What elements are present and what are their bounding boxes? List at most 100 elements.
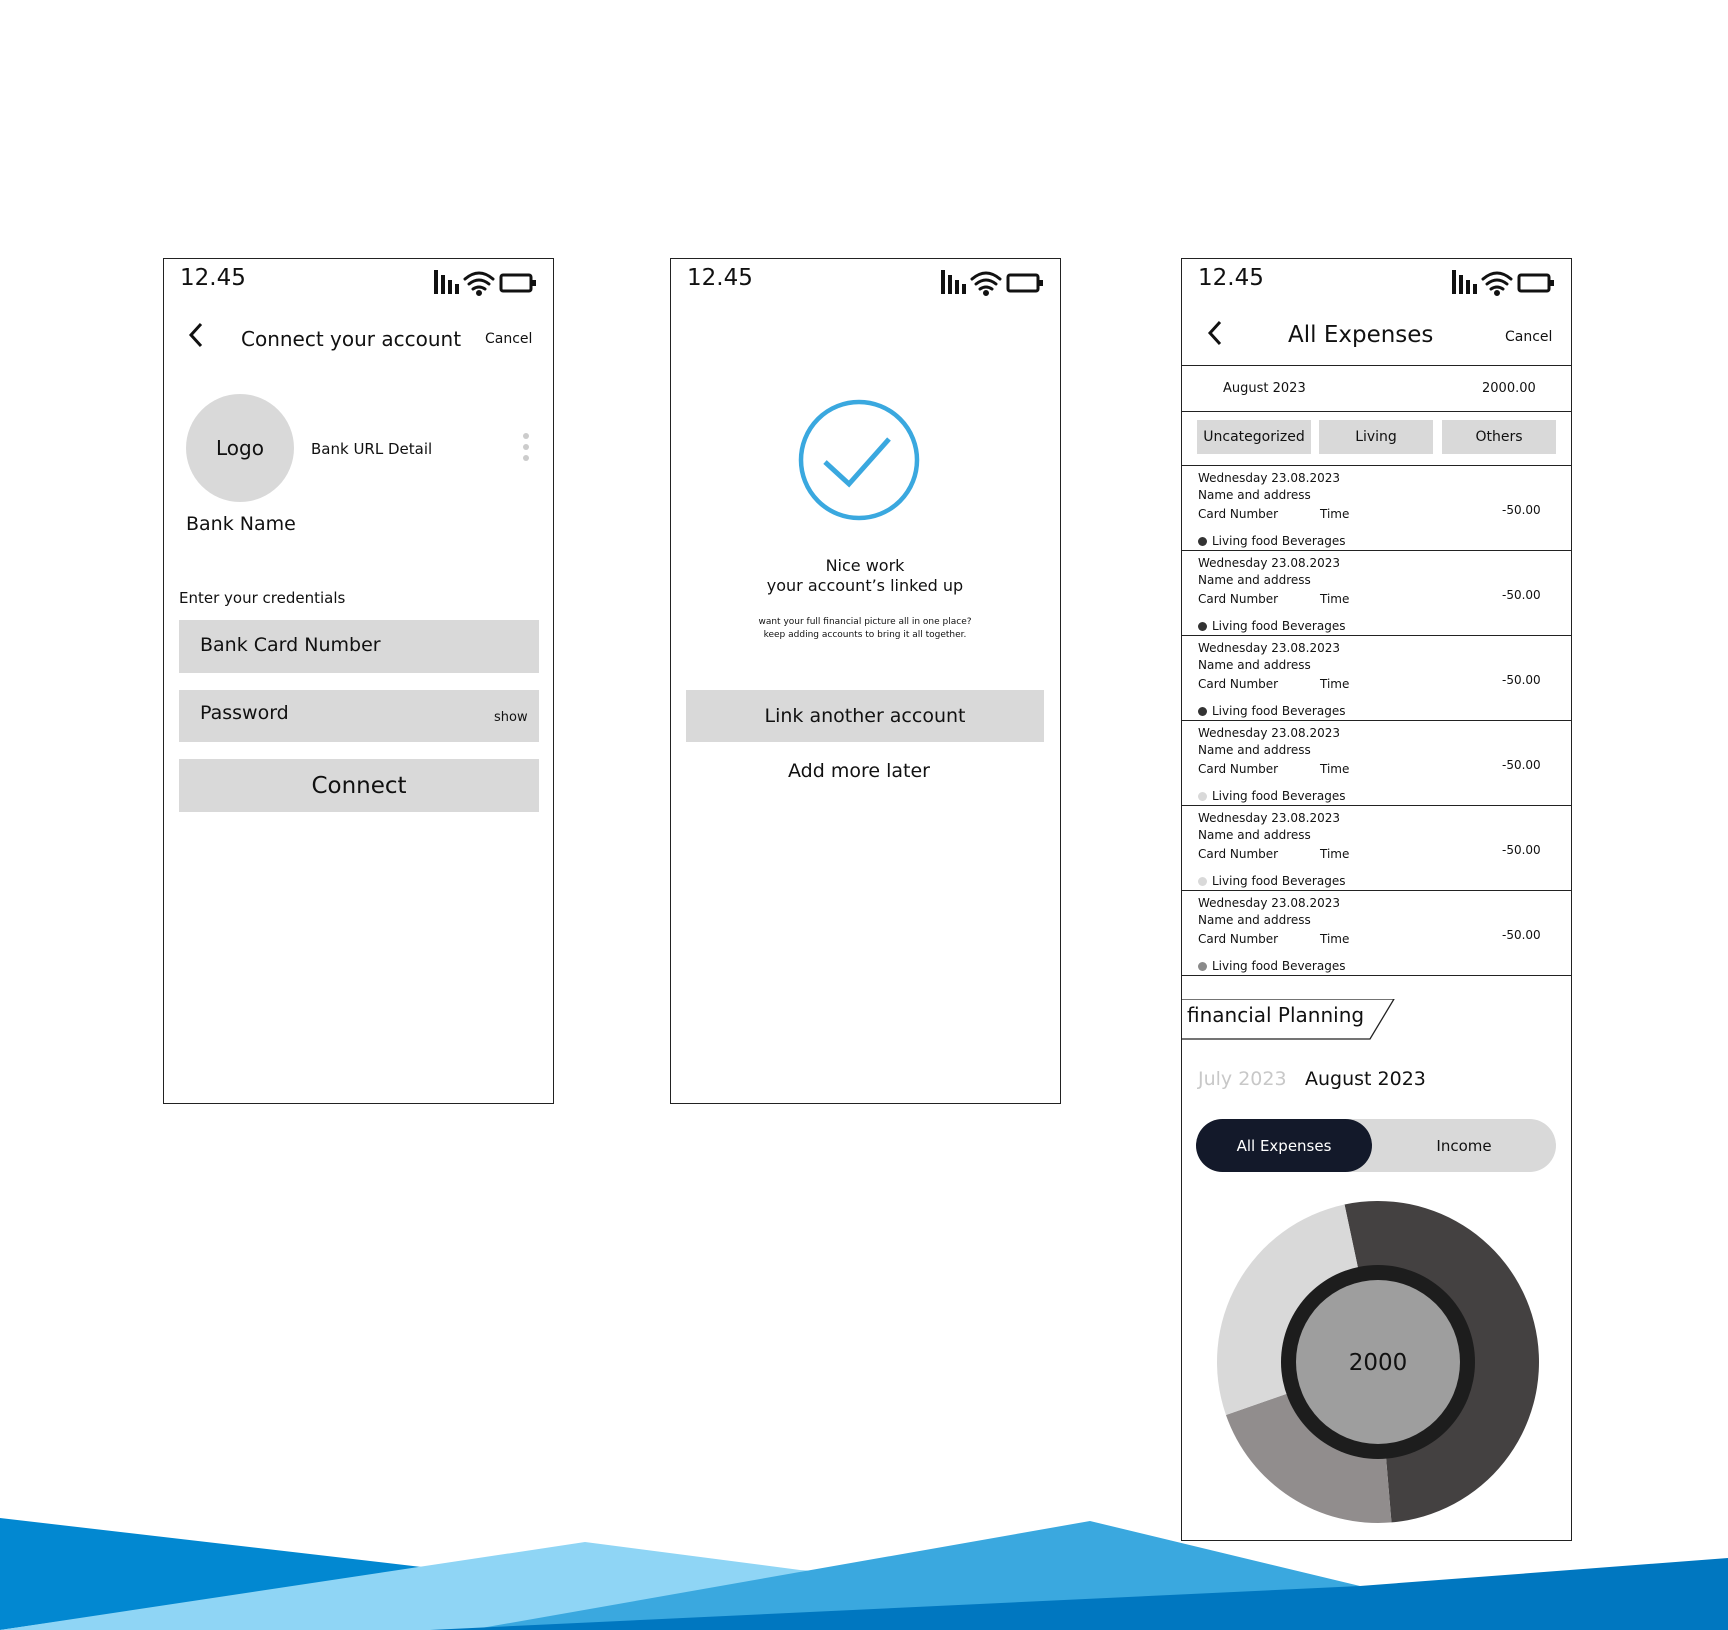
status-icons [941,270,1043,296]
cancel-button[interactable]: Cancel [485,331,532,347]
bank-url-detail: Bank URL Detail [311,440,433,458]
success-headline-1: Nice work [825,556,905,575]
transaction-time: Time [1320,677,1350,691]
success-headline-2: your account’s linked up [766,576,964,595]
cancel-button[interactable]: Cancel [1505,329,1552,345]
chip-others[interactable]: Others [1442,420,1556,454]
transaction-card: Card Number [1198,847,1279,861]
transaction-amount: -50.00 [1502,843,1541,857]
chip-uncategorized[interactable]: Uncategorized [1197,420,1311,454]
link-another-account-button[interactable]: Link another account [686,690,1044,742]
transaction-name: Name and address [1198,913,1311,927]
transaction-time: Time [1320,507,1350,521]
show-password-toggle[interactable]: show [494,710,528,725]
back-arrow-icon[interactable] [186,321,206,349]
bank-logo: Logo [186,394,294,502]
account-linked-screen: 12.45 Nice work your account’s linked up… [670,258,1061,1104]
transaction-row[interactable]: Wednesday 23.08.2023 Name and address Ca… [1182,805,1571,890]
signal-icon [1452,270,1477,294]
transaction-amount: -50.00 [1502,503,1541,517]
transaction-row[interactable]: Wednesday 23.08.2023 Name and address Ca… [1182,465,1571,550]
category-dot [1198,877,1207,886]
transaction-category: Living food Beverages [1212,704,1346,718]
status-icons [434,270,536,296]
connect-account-screen: 12.45 Connect your account Cancel Logo B… [163,258,554,1104]
card-placeholder: Bank Card Number [200,634,381,656]
back-arrow-icon[interactable] [1205,319,1225,347]
planning-tab[interactable]: financial Planning [1187,1003,1364,1027]
signal-icon [434,270,459,294]
category-dot [1198,537,1207,546]
transaction-amount: -50.00 [1502,588,1541,602]
month-summary-row: August 2023 2000.00 [1182,365,1571,412]
wifi-icon [463,271,495,296]
wifi-icon [970,271,1002,296]
transaction-row[interactable]: Wednesday 23.08.2023 Name and address Ca… [1182,890,1571,976]
prev-month-tab[interactable]: July 2023 [1198,1068,1287,1090]
toggle-active-label: All Expenses [1236,1136,1332,1155]
transaction-time: Time [1320,932,1350,946]
chip-living[interactable]: Living [1319,420,1433,454]
connect-button[interactable]: Connect [179,759,539,812]
transaction-amount: -50.00 [1502,928,1541,942]
transaction-category: Living food Beverages [1212,789,1346,803]
battery-icon [1006,273,1043,293]
chip-label: Others [1475,429,1523,445]
add-more-later-link[interactable]: Add more later [671,760,1047,782]
transaction-name: Name and address [1198,488,1311,502]
transaction-time: Time [1320,592,1350,606]
chip-label: Uncategorized [1203,429,1305,445]
page-title: Connect your account [241,327,462,351]
transaction-date: Wednesday 23.08.2023 [1198,811,1340,825]
checkmark-icon [798,399,920,521]
transaction-category: Living food Beverages [1212,534,1346,548]
toggle-inactive-label: Income [1436,1136,1492,1155]
transaction-time: Time [1320,762,1350,776]
battery-icon [499,273,536,293]
status-icons [1452,270,1554,296]
transaction-list: Wednesday 23.08.2023 Name and address Ca… [1182,465,1571,977]
transaction-card: Card Number [1198,677,1279,691]
transaction-date: Wednesday 23.08.2023 [1198,726,1340,740]
transaction-category: Living food Beverages [1212,959,1346,973]
bank-name: Bank Name [186,513,296,535]
chip-label: Living [1355,429,1397,445]
current-month-tab[interactable]: August 2023 [1305,1068,1426,1090]
credentials-label: Enter your credentials [179,589,346,607]
toggle-all-expenses[interactable]: All Expenses [1196,1119,1372,1172]
transaction-row[interactable]: Wednesday 23.08.2023 Name and address Ca… [1182,550,1571,635]
signal-icon [941,270,966,294]
transaction-card: Card Number [1198,932,1279,946]
expense-donut-chart: 2000 [1217,1201,1539,1523]
transaction-row[interactable]: Wednesday 23.08.2023 Name and address Ca… [1182,720,1571,805]
password-field[interactable]: Password show [179,690,539,742]
category-dot [1198,792,1207,801]
password-placeholder: Password [200,702,289,724]
transaction-date: Wednesday 23.08.2023 [1198,556,1340,570]
all-expenses-screen: 12.45 All Expenses Cancel August 2023 20… [1181,258,1572,1541]
success-subtext-2: keep adding accounts to bring it all tog… [763,630,967,640]
category-dot [1198,962,1207,971]
transaction-amount: -50.00 [1502,673,1541,687]
status-time: 12.45 [180,265,246,291]
transaction-row[interactable]: Wednesday 23.08.2023 Name and address Ca… [1182,635,1571,720]
transaction-date: Wednesday 23.08.2023 [1198,896,1340,910]
transaction-name: Name and address [1198,573,1311,587]
logo-label: Logo [216,436,264,460]
category-dot [1198,707,1207,716]
status-time: 12.45 [687,265,753,291]
transaction-time: Time [1320,847,1350,861]
success-subtext-1: want your full financial picture all in … [758,617,972,627]
page-title: All Expenses [1288,322,1434,348]
transaction-name: Name and address [1198,658,1311,672]
more-options-icon[interactable] [521,433,531,463]
toggle-income[interactable]: Income [1372,1119,1556,1172]
transaction-card: Card Number [1198,762,1279,776]
transaction-name: Name and address [1198,828,1311,842]
transaction-category: Living food Beverages [1212,874,1346,888]
summary-total: 2000.00 [1482,381,1536,396]
transaction-date: Wednesday 23.08.2023 [1198,641,1340,655]
transaction-name: Name and address [1198,743,1311,757]
bank-card-number-field[interactable]: Bank Card Number [179,620,539,673]
transaction-category: Living food Beverages [1212,619,1346,633]
